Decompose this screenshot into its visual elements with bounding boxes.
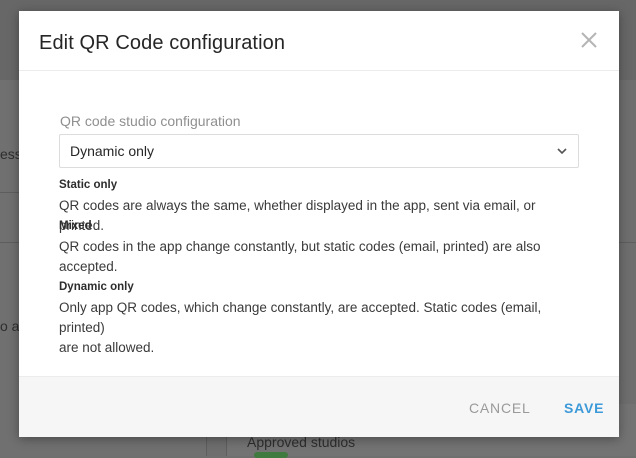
option-description-dynamic: Dynamic only Only app QR codes, which ch… (59, 279, 579, 358)
field-label: QR code studio configuration (60, 113, 241, 129)
cancel-button[interactable]: CANCEL (469, 400, 531, 416)
close-button[interactable] (579, 30, 599, 50)
option-title: Mixed (59, 220, 92, 232)
edit-qr-code-dialog: Edit QR Code configuration QR code studi… (19, 11, 619, 437)
dialog-title: Edit QR Code configuration (39, 32, 286, 54)
select-value: Dynamic only (70, 143, 155, 159)
option-description-mixed: Mixed QR codes in the app change constan… (59, 218, 579, 277)
option-text: accepted. (59, 259, 118, 274)
option-text: QR codes in the app change constantly, b… (59, 239, 541, 254)
option-title: Dynamic only (59, 281, 134, 293)
option-text: Only app QR codes, which change constant… (59, 300, 542, 335)
chevron-down-icon (557, 148, 567, 155)
dialog-footer: CANCEL SAVE (19, 376, 619, 437)
dialog-header: Edit QR Code configuration (19, 11, 619, 71)
save-button[interactable]: SAVE (564, 400, 604, 416)
close-icon (581, 32, 597, 48)
qr-config-select[interactable]: Dynamic only (59, 134, 579, 168)
option-title: Static only (59, 179, 118, 191)
status-badge (254, 452, 288, 458)
option-text: are not allowed. (59, 340, 155, 355)
